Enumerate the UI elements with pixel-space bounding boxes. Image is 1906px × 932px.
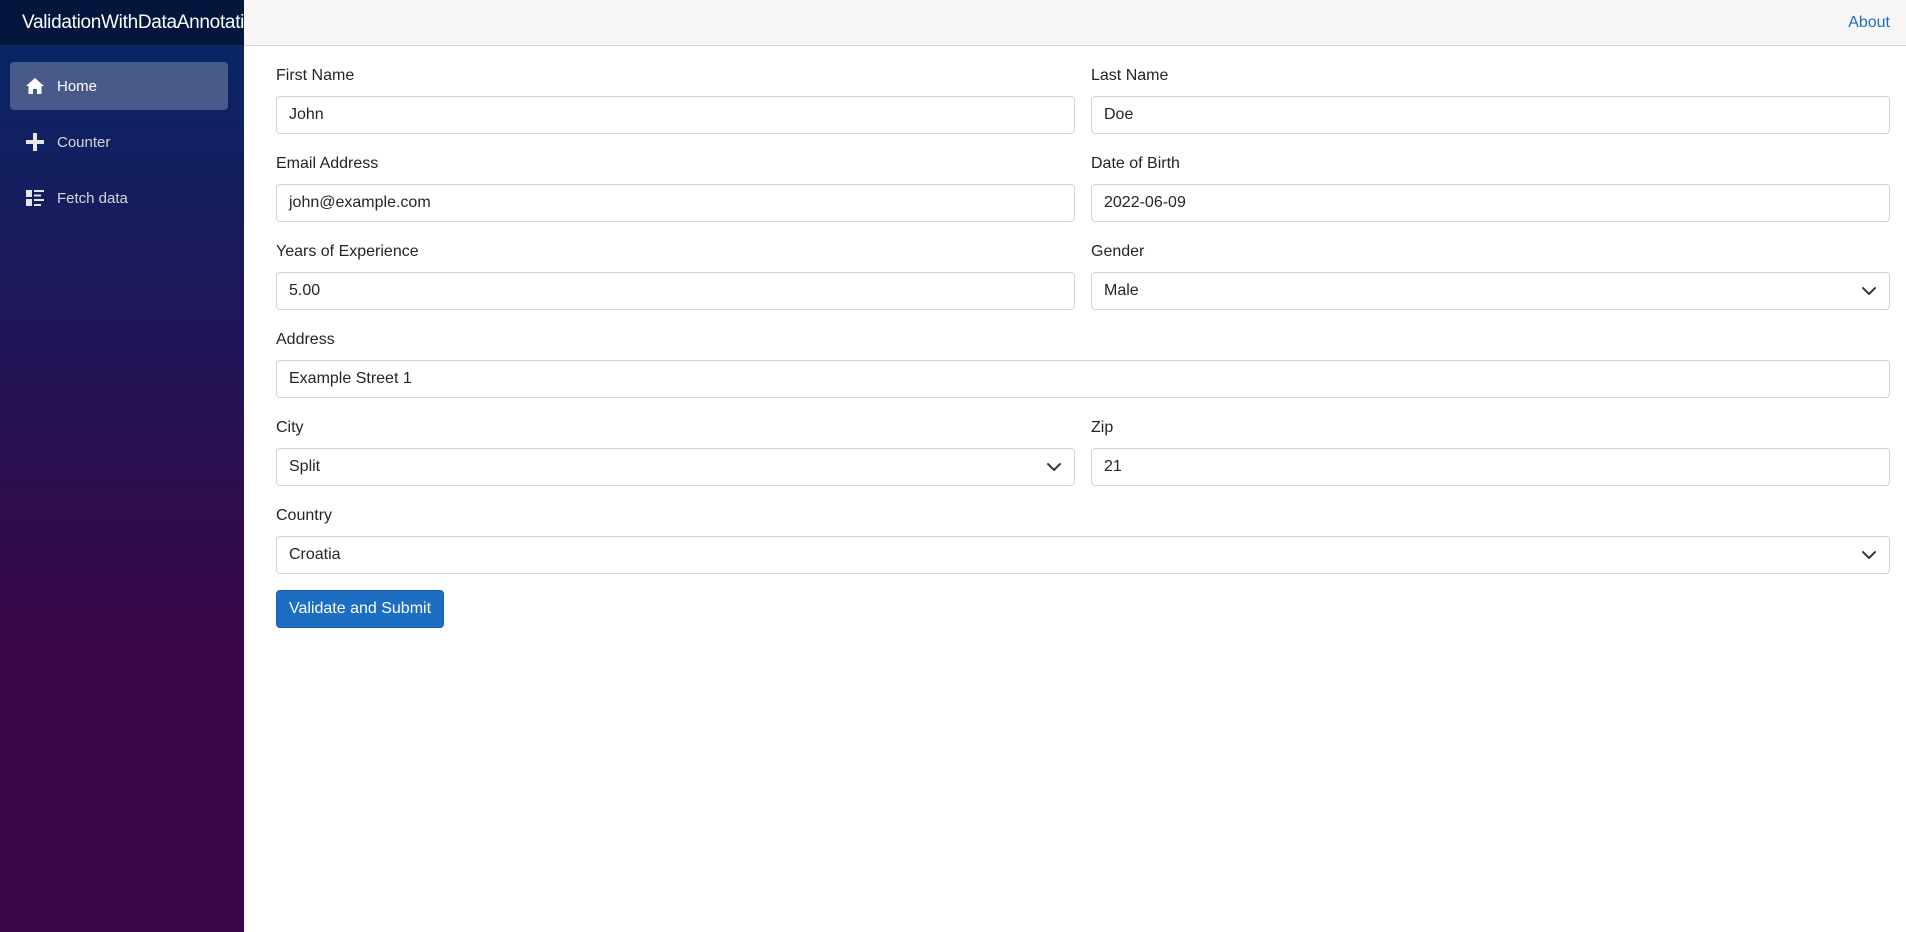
sidebar-item-label: Counter: [57, 133, 111, 151]
app-brand[interactable]: ValidationWithDataAnnotatio: [22, 12, 244, 34]
zip-group: Zip 21: [1091, 418, 1890, 486]
last-name-group: Last Name Doe: [1091, 66, 1890, 134]
last-name-value: Doe: [1104, 106, 1134, 123]
first-name-label: First Name: [276, 67, 355, 84]
chevron-down-icon: [1047, 463, 1061, 471]
dob-value: 2022-06-09: [1104, 194, 1186, 211]
gender-value: Male: [1104, 282, 1139, 299]
sidebar-item-home[interactable]: Home: [10, 62, 228, 110]
country-value: Croatia: [289, 546, 341, 563]
email-input[interactable]: john@example.com: [276, 184, 1075, 222]
sidebar-item-label: Home: [57, 77, 98, 95]
list-icon: [25, 188, 45, 208]
dob-input[interactable]: 2022-06-09: [1091, 184, 1890, 222]
nav-menu: Home Counter Fetch data: [0, 45, 244, 222]
brand-bar: ValidationWithDataAnnotatio: [0, 0, 244, 45]
zip-input[interactable]: 21: [1091, 448, 1890, 486]
address-input[interactable]: Example Street 1: [276, 360, 1890, 398]
city-label: City: [276, 419, 304, 436]
email-group: Email Address john@example.com: [276, 154, 1075, 222]
sidebar: ValidationWithDataAnnotatio Home Counter…: [0, 0, 244, 932]
zip-label: Zip: [1091, 419, 1114, 436]
experience-value: 5.00: [289, 282, 321, 299]
first-name-group: First Name John: [276, 66, 1075, 134]
first-name-input[interactable]: John: [276, 96, 1075, 134]
email-label: Email Address: [276, 155, 379, 172]
last-name-label: Last Name: [1091, 67, 1169, 84]
chevron-down-icon: [1862, 287, 1876, 295]
registration-form: First Name John Last Name Doe Email Addr…: [276, 46, 1890, 628]
city-group: City Split: [276, 418, 1075, 486]
top-bar: About: [244, 0, 1906, 46]
address-group: Address Example Street 1: [276, 330, 1890, 398]
dob-group: Date of Birth 2022-06-09: [1091, 154, 1890, 222]
last-name-input[interactable]: Doe: [1091, 96, 1890, 134]
plus-icon: [25, 132, 45, 152]
home-icon: [25, 76, 45, 96]
about-link[interactable]: About: [1848, 14, 1890, 32]
sidebar-item-counter[interactable]: Counter: [10, 118, 228, 166]
country-group: Country Croatia: [276, 506, 1890, 574]
first-name-value: John: [289, 106, 324, 123]
gender-select[interactable]: Male: [1091, 272, 1890, 310]
validate-submit-button[interactable]: Validate and Submit: [276, 590, 445, 628]
sidebar-item-fetch-data[interactable]: Fetch data: [10, 174, 228, 222]
gender-group: Gender Male: [1091, 242, 1890, 310]
email-value: john@example.com: [289, 194, 431, 211]
dob-label: Date of Birth: [1091, 155, 1180, 172]
city-select[interactable]: Split: [276, 448, 1075, 486]
experience-label: Years of Experience: [276, 243, 419, 260]
city-value: Split: [289, 458, 321, 475]
address-value: Example Street 1: [289, 370, 412, 387]
sidebar-item-label: Fetch data: [57, 189, 128, 207]
country-label: Country: [276, 507, 333, 524]
zip-value: 21: [1104, 458, 1122, 475]
experience-input[interactable]: 5.00: [276, 272, 1075, 310]
gender-label: Gender: [1091, 243, 1145, 260]
address-label: Address: [276, 331, 335, 348]
experience-group: Years of Experience 5.00: [276, 242, 1075, 310]
chevron-down-icon: [1862, 551, 1876, 559]
country-select[interactable]: Croatia: [276, 536, 1890, 574]
